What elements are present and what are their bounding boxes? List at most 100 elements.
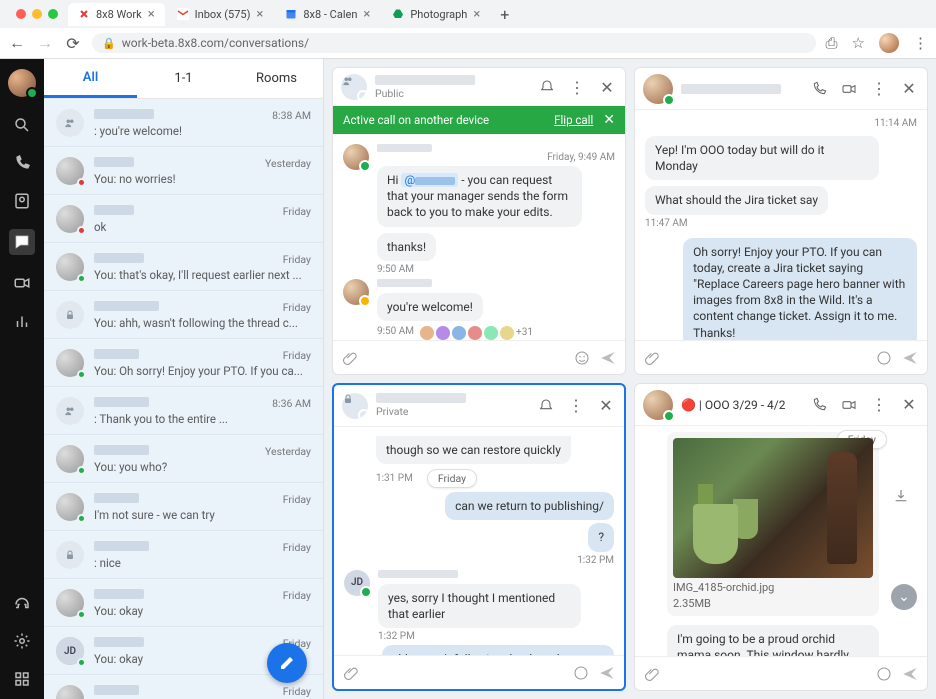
close-icon[interactable]: ✕ (596, 396, 616, 416)
video-call-icon[interactable] (839, 79, 859, 99)
close-icon[interactable]: ✕ (899, 395, 919, 415)
close-tab-icon[interactable]: × (363, 7, 370, 22)
emoji-icon[interactable] (572, 664, 590, 682)
emoji-icon[interactable] (875, 665, 893, 683)
banner-close-icon[interactable]: ✕ (603, 112, 615, 128)
message-bubble: I'm going to be a proud orchid mama soon… (667, 625, 879, 656)
settings-icon[interactable] (12, 631, 32, 651)
send-icon[interactable] (599, 349, 617, 367)
flip-call-link[interactable]: Flip call (554, 113, 593, 127)
mention[interactable]: @ (401, 173, 458, 187)
image-attachment[interactable]: IMG_4185-orchid.jpg 2.35MB (667, 432, 879, 616)
conversation-item[interactable]: You: ahh, wasn't following the thread c.… (44, 291, 323, 339)
bookmark-icon[interactable]: ☆ (852, 34, 865, 52)
emoji-icon[interactable] (573, 349, 591, 367)
send-icon[interactable] (901, 665, 919, 683)
message-bubble: yes, sorry I thought I mentioned that ea… (378, 584, 581, 628)
close-tab-icon[interactable]: × (473, 7, 480, 22)
notifications-icon[interactable] (537, 77, 557, 97)
sender-avatar[interactable] (343, 144, 369, 170)
message-bubble: What should the Jira ticket say (645, 186, 828, 214)
apps-icon[interactable] (12, 669, 32, 689)
profile-avatar[interactable] (879, 33, 899, 53)
analytics-icon[interactable] (12, 311, 32, 331)
download-icon[interactable] (893, 488, 909, 504)
attach-icon[interactable] (643, 665, 661, 683)
minimize-window-icon[interactable] (32, 9, 42, 19)
message-bubble: can we return to publishing/ (445, 492, 614, 520)
send-icon[interactable] (901, 349, 919, 367)
url-input[interactable]: 🔒 work-beta.8x8.com/conversations/ (92, 33, 816, 53)
attach-icon[interactable] (341, 349, 359, 367)
conversation-name-placeholder (94, 157, 134, 167)
search-icon[interactable] (12, 115, 32, 135)
conversation-item[interactable]: : Thank you to the entire ... 8:36 AM (44, 387, 323, 435)
scroll-down-button[interactable]: ⌄ (891, 584, 917, 610)
attach-icon[interactable] (643, 349, 661, 367)
conversation-item[interactable]: I'm not sure - we can try Friday (44, 483, 323, 531)
contact-avatar[interactable] (643, 390, 673, 420)
more-icon[interactable]: ⋮ (869, 79, 889, 99)
conversation-item[interactable]: You: that's okay, I'll request earlier n… (44, 243, 323, 291)
browser-tab[interactable]: Photograph × (382, 3, 490, 26)
self-avatar[interactable] (8, 69, 36, 97)
reload-button[interactable]: ⟳ (64, 34, 82, 52)
message-time: 1:32 PM (344, 555, 614, 566)
reactions[interactable]: +31 (420, 326, 533, 340)
contacts-icon[interactable] (12, 191, 32, 211)
contact-avatar[interactable] (643, 74, 673, 104)
attach-icon[interactable] (342, 664, 360, 682)
video-call-icon[interactable] (839, 395, 859, 415)
send-icon[interactable] (598, 664, 616, 682)
new-tab-button[interactable]: + (492, 5, 517, 24)
message-bubble: though so we can restore quickly (376, 436, 571, 464)
chat-icon[interactable] (9, 229, 35, 255)
lock-icon: 🔒 (102, 37, 116, 50)
emoji-icon[interactable] (875, 349, 893, 367)
conversation-item[interactable]: : nice Friday (44, 531, 323, 579)
phone-icon[interactable] (12, 153, 32, 173)
tab-oneone[interactable]: 1-1 (137, 59, 230, 98)
forward-button[interactable]: → (36, 34, 54, 52)
window-controls[interactable] (8, 9, 66, 19)
conversation-avatar (56, 205, 84, 233)
more-icon[interactable]: ⋮ (567, 77, 587, 97)
image-thumbnail[interactable] (673, 438, 873, 578)
tab-all[interactable]: All (44, 59, 137, 98)
sender-avatar[interactable]: JD (344, 570, 370, 596)
call-icon[interactable] (809, 79, 829, 99)
compose-button[interactable] (267, 643, 307, 683)
close-window-icon[interactable] (16, 9, 26, 19)
conversation-avatar: JD (56, 637, 84, 665)
conversation-item[interactable]: You: you who? Yesterday (44, 435, 323, 483)
browser-tab[interactable]: 8x8 - Calen × (275, 3, 380, 26)
conversation-item[interactable]: You: Oh sorry! Enjoy your PTO. If you ca… (44, 339, 323, 387)
conversation-item[interactable]: : you're welcome! 8:38 AM (44, 99, 323, 147)
browser-tab[interactable]: 8x8 Work × (68, 3, 165, 26)
tab-rooms[interactable]: Rooms (230, 59, 323, 98)
conversation-item[interactable]: ok Friday (44, 195, 323, 243)
conversation-time: Friday (283, 253, 311, 266)
close-icon[interactable]: ✕ (597, 77, 617, 97)
more-icon[interactable]: ⋮ (869, 395, 889, 415)
conversation-item[interactable]: You: no worries! Yesterday (44, 147, 323, 195)
maximize-window-icon[interactable] (48, 9, 58, 19)
close-tab-icon[interactable]: × (148, 7, 155, 22)
conversation-item[interactable]: You: okay Friday (44, 579, 323, 627)
menu-icon[interactable]: ⋮ (913, 34, 928, 52)
conversation-list[interactable]: : you're welcome! 8:38 AM You: no worrie… (44, 99, 323, 699)
cast-icon[interactable]: ⎙ (826, 34, 838, 52)
conversation-avatar (56, 493, 84, 521)
close-icon[interactable]: ✕ (899, 79, 919, 99)
sender-avatar[interactable] (343, 279, 369, 305)
browser-tab[interactable]: Inbox (575) × (167, 3, 274, 26)
more-icon[interactable]: ⋮ (566, 396, 586, 416)
call-icon[interactable] (809, 395, 829, 415)
notifications-icon[interactable] (536, 396, 556, 416)
conversation-name-placeholder (94, 637, 144, 647)
video-icon[interactable] (12, 273, 32, 293)
headset-icon[interactable] (12, 593, 32, 613)
tab-strip: 8x8 Work × Inbox (575) × 8x8 - Calen × P… (0, 0, 936, 28)
close-tab-icon[interactable]: × (256, 7, 263, 22)
back-button[interactable]: ← (8, 34, 26, 52)
